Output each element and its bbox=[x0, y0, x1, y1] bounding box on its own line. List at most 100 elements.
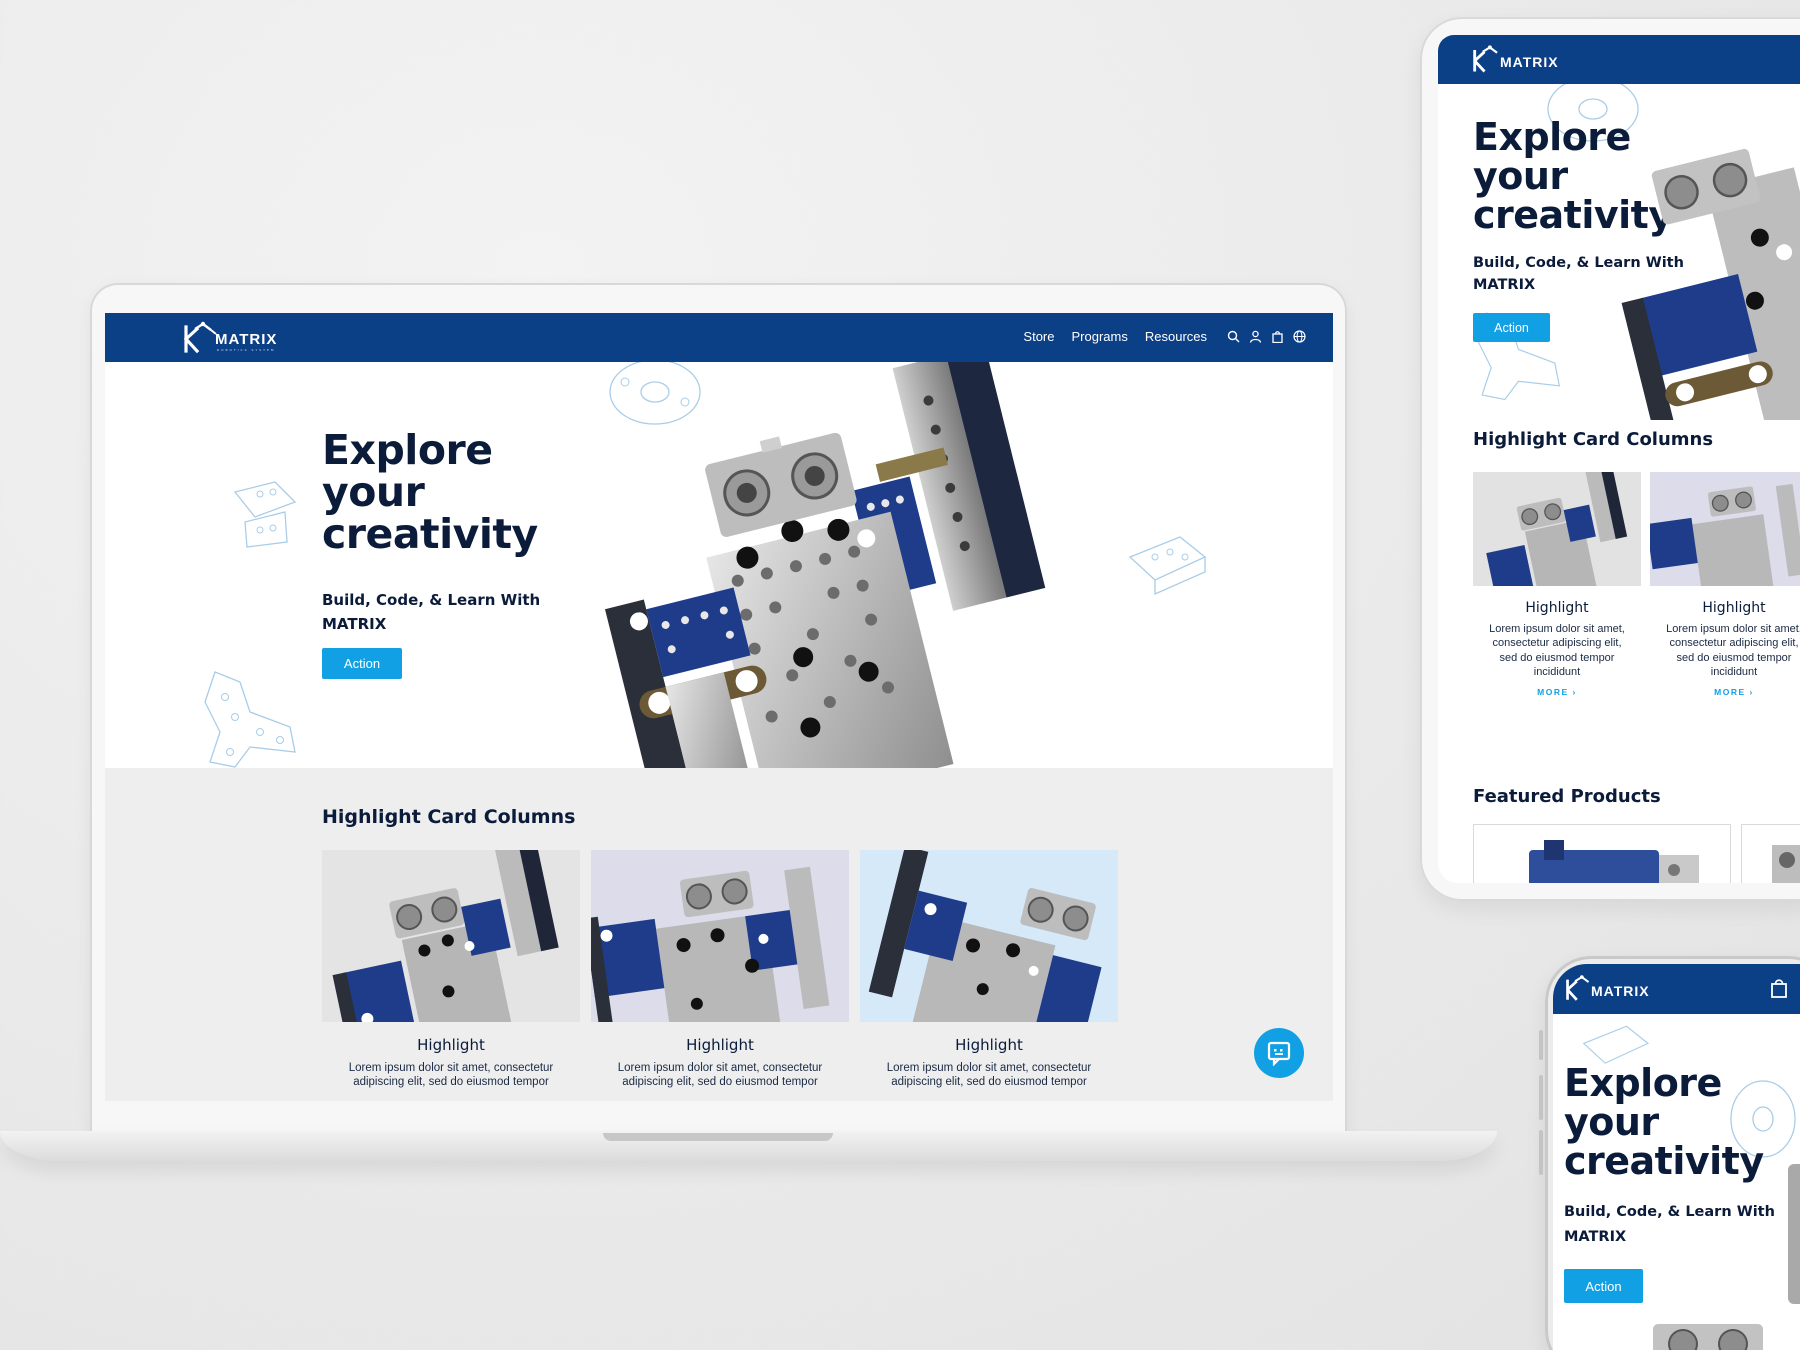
card-text-line: sed do eiusmod tempor bbox=[1499, 651, 1615, 664]
nav-links: Store Programs Resources bbox=[1023, 329, 1207, 344]
more-label: MORE bbox=[1714, 687, 1746, 698]
bag-icon[interactable] bbox=[1770, 978, 1788, 998]
action-button[interactable]: Action bbox=[1473, 313, 1550, 342]
chevron-right-icon: › bbox=[1749, 687, 1754, 698]
phone-side-button bbox=[1539, 1030, 1543, 1060]
highlight-card[interactable]: Highlight Lorem ipsum dolor sit amet, co… bbox=[591, 850, 849, 1091]
nav-programs[interactable]: Programs bbox=[1072, 329, 1128, 344]
chevron-right-icon: › bbox=[1572, 687, 1577, 698]
user-icon[interactable] bbox=[1249, 330, 1262, 343]
robot-thumbnail bbox=[1486, 472, 1628, 586]
hero-subtitle-line: MATRIX bbox=[322, 615, 387, 633]
phone-screen: MATRIX Explore your creativity Build, Co… bbox=[1553, 964, 1800, 1350]
robot-product-image bbox=[1621, 148, 1800, 420]
hero-subtitle: Build, Code, & Learn With MATRIX bbox=[322, 588, 540, 636]
laptop-notch bbox=[603, 1133, 833, 1141]
card-title: Highlight bbox=[1525, 600, 1589, 616]
section-title: Highlight Card Columns bbox=[1473, 429, 1714, 450]
tablet-screen: MATRIX Explore your creativity Build, Co… bbox=[1438, 35, 1800, 883]
hero-title-line: Explore bbox=[322, 426, 493, 474]
hero-title-line: your bbox=[1564, 1099, 1659, 1144]
chat-icon bbox=[1267, 1041, 1291, 1066]
hero-title-line: your bbox=[322, 467, 425, 516]
robot-beam-image bbox=[1788, 1164, 1800, 1304]
more-link[interactable]: MORE › bbox=[1650, 687, 1800, 697]
hero-title: Explore your creativity bbox=[322, 426, 538, 558]
nav-store[interactable]: Store bbox=[1023, 329, 1054, 344]
robot-product-image bbox=[1653, 1324, 1763, 1350]
brand-name: MATRIX bbox=[1500, 54, 1559, 70]
search-icon[interactable] bbox=[1227, 330, 1240, 343]
more-link[interactable]: MORE › bbox=[1473, 687, 1641, 697]
card-title: Highlight bbox=[955, 1036, 1023, 1054]
robot-thumbnail bbox=[332, 850, 559, 1022]
tablet-nav: MATRIX bbox=[1438, 35, 1800, 84]
hero-subtitle-line: MATRIX bbox=[1564, 1229, 1627, 1246]
decorative-y-plate-icon bbox=[204, 671, 296, 768]
robot-product-image bbox=[605, 362, 1046, 768]
brand-name: MATRIX bbox=[1591, 983, 1650, 999]
brand-logo[interactable]: MATRIX bbox=[1472, 44, 1559, 74]
card-image bbox=[1473, 472, 1641, 586]
highlight-card[interactable]: Highlight Lorem ipsum dolor sit amet, co… bbox=[1473, 472, 1641, 697]
card-image bbox=[322, 850, 580, 1022]
hero-section: Explore your creativity Build, Code, & L… bbox=[105, 362, 1333, 768]
nav-resources[interactable]: Resources bbox=[1145, 329, 1207, 344]
brand-tagline: ROBOTICS SYSTEM bbox=[217, 347, 276, 352]
hero-subtitle: Build, Code, & Learn With MATRIX bbox=[1564, 1200, 1775, 1251]
phone-nav: MATRIX bbox=[1553, 964, 1800, 1014]
highlight-card[interactable]: Highlight Lorem ipsum dolor sit amet, co… bbox=[860, 850, 1118, 1091]
brand-logo[interactable]: MATRIX ROBOTICS SYSTEM bbox=[183, 321, 277, 353]
hero-title-line: creativity bbox=[322, 509, 538, 558]
card-text-line: Lorem ipsum dolor sit amet, bbox=[1666, 623, 1800, 635]
highlight-card[interactable]: Highlight Lorem ipsum dolor sit amet, co… bbox=[322, 850, 580, 1091]
highlights-section: Highlight Card Columns Highlight Lorem i… bbox=[105, 768, 1333, 1101]
card-text: Lorem ipsum dolor sit amet, consectetur … bbox=[1473, 622, 1641, 679]
more-label: MORE bbox=[1537, 687, 1569, 698]
robot-thumbnail bbox=[1650, 483, 1800, 586]
nav-icons bbox=[1227, 330, 1306, 343]
chat-button[interactable] bbox=[1254, 1028, 1304, 1078]
robot-thumbnail bbox=[868, 850, 1102, 1022]
laptop-screen: MATRIX ROBOTICS SYSTEM Store Programs Re… bbox=[105, 313, 1333, 1101]
product-card[interactable] bbox=[1473, 824, 1731, 883]
card-title: Highlight bbox=[417, 1036, 485, 1054]
decorative-angle-icon bbox=[1128, 536, 1207, 595]
action-button[interactable]: Action bbox=[322, 648, 402, 679]
decorative-bracket-icon bbox=[233, 481, 297, 548]
hero-title-line: Explore bbox=[1564, 1061, 1722, 1105]
card-text-line: sed do eiusmod tempor bbox=[1676, 651, 1792, 664]
card-text: Lorem ipsum dolor sit amet, consectetur … bbox=[886, 1062, 1092, 1091]
action-button[interactable]: Action bbox=[1564, 1269, 1643, 1303]
card-text-line: consectetur adipiscing elit, bbox=[1669, 637, 1799, 650]
hero-title-line: creativity bbox=[1564, 1138, 1764, 1183]
hero-subtitle-line: Build, Code, & Learn With bbox=[1564, 1204, 1775, 1220]
card-image bbox=[860, 850, 1118, 1022]
product-card[interactable] bbox=[1741, 824, 1800, 883]
card-title: Highlight bbox=[1702, 600, 1766, 616]
card-text: Lorem ipsum dolor sit amet, consectetur … bbox=[1650, 622, 1800, 679]
brand-name: MATRIX bbox=[215, 330, 278, 348]
phone-side-button bbox=[1539, 1075, 1543, 1120]
tablet-hero: Explore your creativity Build, Code, & L… bbox=[1438, 84, 1800, 420]
card-text-line: incididunt bbox=[1710, 665, 1758, 678]
brand-logo[interactable]: MATRIX bbox=[1565, 974, 1650, 1002]
card-text: Lorem ipsum dolor sit amet, consectetur … bbox=[348, 1062, 554, 1091]
card-text-line: Lorem ipsum dolor sit amet, bbox=[1489, 623, 1625, 635]
card-image bbox=[591, 850, 849, 1022]
globe-icon[interactable] bbox=[1293, 330, 1306, 343]
section-title: Highlight Card Columns bbox=[322, 806, 576, 828]
product-image bbox=[1772, 845, 1800, 883]
featured-products-title: Featured Products bbox=[1473, 786, 1661, 807]
hero-title: Explore your creativity bbox=[1564, 1064, 1764, 1180]
highlight-card[interactable]: Highlight Lorem ipsum dolor sit amet, co… bbox=[1650, 472, 1800, 697]
card-image bbox=[1650, 472, 1800, 586]
card-text: Lorem ipsum dolor sit amet, consectetur … bbox=[617, 1062, 823, 1091]
top-nav: MATRIX ROBOTICS SYSTEM Store Programs Re… bbox=[105, 313, 1333, 362]
hero-subtitle-line: Build, Code, & Learn With bbox=[322, 591, 541, 609]
product-image bbox=[1529, 840, 1699, 883]
robot-thumbnail bbox=[591, 866, 830, 1022]
card-text-line: consectetur adipiscing elit, bbox=[1492, 637, 1622, 650]
bag-icon[interactable] bbox=[1271, 330, 1284, 343]
phone-side-button bbox=[1539, 1130, 1543, 1175]
